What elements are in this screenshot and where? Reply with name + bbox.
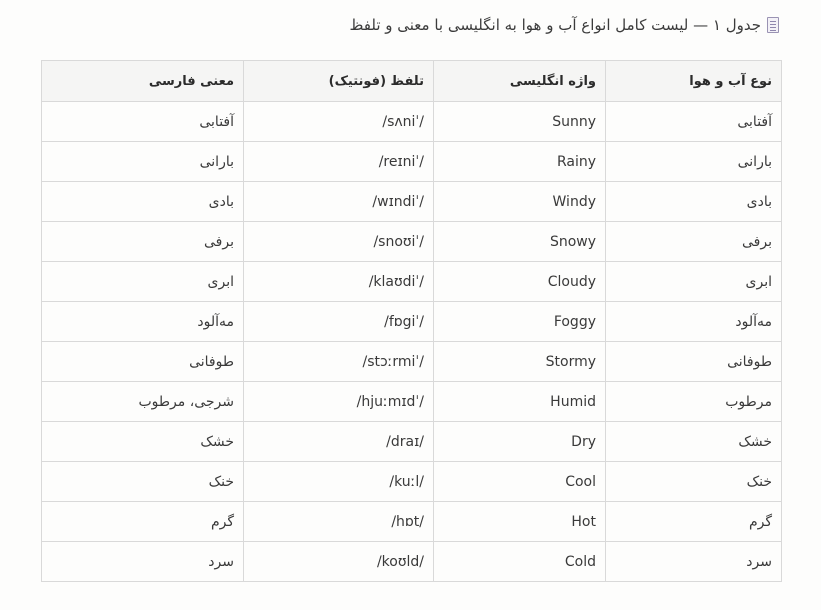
- cell-pronunciation: /draɪ/: [243, 421, 434, 462]
- table-row: ابری Cloudy /klaʊdiˈ/ ابری: [41, 261, 782, 302]
- cell-pronunciation: /snoʊiˈ/: [243, 221, 434, 262]
- cell-persian-meaning: برفی: [41, 221, 244, 262]
- header-persian-meaning: معنی فارسی: [41, 60, 244, 102]
- cell-english-word: Windy: [433, 181, 606, 222]
- cell-pronunciation: /kuːl/: [243, 461, 434, 502]
- cell-weather-type: مه‌آلود: [605, 301, 782, 342]
- table-row: بارانی Rainy /reɪniˈ/ بارانی: [41, 141, 782, 182]
- weather-table: نوع آب و هوا واژه انگلیسی تلفظ (فونتیک) …: [41, 60, 782, 582]
- cell-pronunciation: /sʌniˈ/: [243, 101, 434, 142]
- cell-weather-type: خنک: [605, 461, 782, 502]
- cell-english-word: Cool: [433, 461, 606, 502]
- header-english-word: واژه انگلیسی: [433, 60, 606, 102]
- cell-persian-meaning: شرجی، مرطوب: [41, 381, 244, 422]
- table-row: خشک Dry /draɪ/ خشک: [41, 421, 782, 462]
- cell-english-word: Sunny: [433, 101, 606, 142]
- cell-weather-type: گرم: [605, 501, 782, 542]
- cell-english-word: Humid: [433, 381, 606, 422]
- cell-persian-meaning: مه‌آلود: [41, 301, 244, 342]
- caption-text: جدول ۱ — لیست کامل انواع آب و هوا به انگ…: [349, 16, 761, 34]
- document-icon: [767, 17, 779, 33]
- cell-pronunciation: /fɒgiˈ/: [243, 301, 434, 342]
- table-row: آفتابی Sunny /sʌniˈ/ آفتابی: [41, 101, 782, 142]
- cell-weather-type: مرطوب: [605, 381, 782, 422]
- cell-persian-meaning: بارانی: [41, 141, 244, 182]
- cell-english-word: Foggy: [433, 301, 606, 342]
- cell-pronunciation: /stɔːrmiˈ/: [243, 341, 434, 382]
- cell-english-word: Snowy: [433, 221, 606, 262]
- table-row: گرم Hot /hɒt/ گرم: [41, 501, 782, 542]
- cell-pronunciation: /hɒt/: [243, 501, 434, 542]
- table-header-row: نوع آب و هوا واژه انگلیسی تلفظ (فونتیک) …: [41, 60, 782, 102]
- cell-persian-meaning: طوفانی: [41, 341, 244, 382]
- cell-english-word: Stormy: [433, 341, 606, 382]
- header-pronunciation: تلفظ (فونتیک): [243, 60, 434, 102]
- cell-pronunciation: /wɪndiˈ/: [243, 181, 434, 222]
- cell-pronunciation: /koʊld/: [243, 541, 434, 582]
- table-row: بادی Windy /wɪndiˈ/ بادی: [41, 181, 782, 222]
- cell-weather-type: ابری: [605, 261, 782, 302]
- cell-english-word: Cloudy: [433, 261, 606, 302]
- table-row: برفی Snowy /snoʊiˈ/ برفی: [41, 221, 782, 262]
- cell-english-word: Dry: [433, 421, 606, 462]
- cell-pronunciation: /klaʊdiˈ/: [243, 261, 434, 302]
- table-row: سرد Cold /koʊld/ سرد: [41, 541, 782, 582]
- table-row: خنک Cool /kuːl/ خنک: [41, 461, 782, 502]
- cell-english-word: Cold: [433, 541, 606, 582]
- cell-english-word: Hot: [433, 501, 606, 542]
- document-page: جدول ۱ — لیست کامل انواع آب و هوا به انگ…: [0, 0, 821, 610]
- cell-weather-type: بادی: [605, 181, 782, 222]
- cell-weather-type: برفی: [605, 221, 782, 262]
- header-weather-type: نوع آب و هوا: [605, 60, 782, 102]
- cell-weather-type: خشک: [605, 421, 782, 462]
- cell-persian-meaning: آفتابی: [41, 101, 244, 142]
- cell-weather-type: طوفانی: [605, 341, 782, 382]
- cell-persian-meaning: گرم: [41, 501, 244, 542]
- cell-pronunciation: /reɪniˈ/: [243, 141, 434, 182]
- cell-persian-meaning: ابری: [41, 261, 244, 302]
- cell-persian-meaning: بادی: [41, 181, 244, 222]
- table-row: طوفانی Stormy /stɔːrmiˈ/ طوفانی: [41, 341, 782, 382]
- table-row: مه‌آلود Foggy /fɒgiˈ/ مه‌آلود: [41, 301, 782, 342]
- weather-table-container: نوع آب و هوا واژه انگلیسی تلفظ (فونتیک) …: [41, 60, 782, 582]
- cell-persian-meaning: سرد: [41, 541, 244, 582]
- cell-english-word: Rainy: [433, 141, 606, 182]
- cell-persian-meaning: خنک: [41, 461, 244, 502]
- cell-persian-meaning: خشک: [41, 421, 244, 462]
- cell-weather-type: سرد: [605, 541, 782, 582]
- table-caption: جدول ۱ — لیست کامل انواع آب و هوا به انگ…: [350, 13, 779, 37]
- cell-pronunciation: /hjuːmɪdˈ/: [243, 381, 434, 422]
- cell-weather-type: آفتابی: [605, 101, 782, 142]
- table-row: مرطوب Humid /hjuːmɪdˈ/ شرجی، مرطوب: [41, 381, 782, 422]
- cell-weather-type: بارانی: [605, 141, 782, 182]
